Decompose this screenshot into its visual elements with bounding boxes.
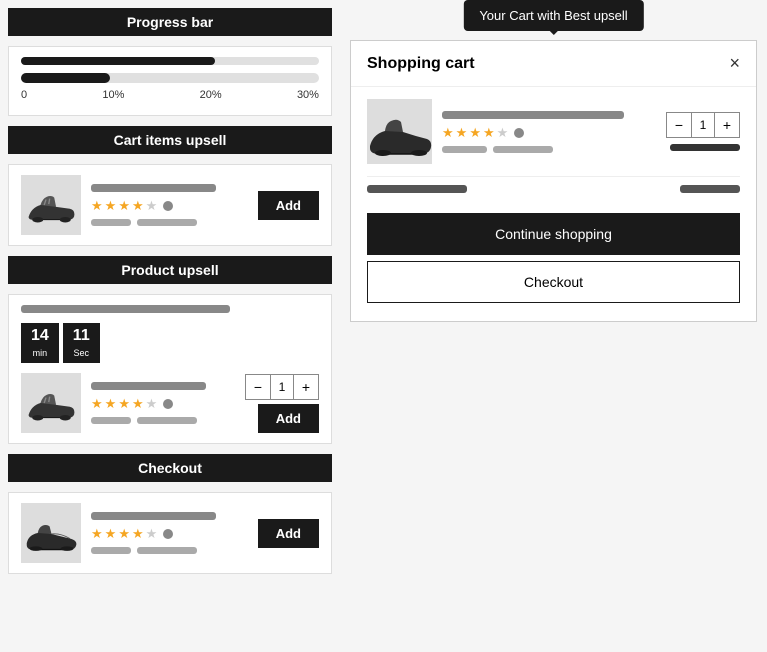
cart-upsell-product-info: ★ ★ ★ ★ ★ xyxy=(91,184,248,226)
cart-close-button[interactable]: × xyxy=(729,53,740,74)
product-upsell-image xyxy=(21,373,81,433)
star-3: ★ xyxy=(118,198,130,214)
progress-bar-header: Progress bar xyxy=(8,8,332,36)
cart-total-row xyxy=(367,176,740,201)
checkout-section: Checkout ★ xyxy=(8,454,332,574)
product-upsell-row: ★ ★ ★ ★ ★ − 1 + xyxy=(21,373,319,433)
cart-header: Shopping cart × xyxy=(351,41,756,87)
cart-upsell-add-button[interactable]: Add xyxy=(258,191,319,220)
cart-item-controls: − 1 + xyxy=(666,112,740,151)
right-panel: Your Cart with Best upsell Shopping cart… xyxy=(340,0,767,652)
cart-total-label-bar xyxy=(367,185,467,193)
product-upsell-section: Product upsell 14 min 11 Sec xyxy=(8,256,332,444)
checkout-product-image xyxy=(21,503,81,563)
timer-sec-value: 11 xyxy=(73,327,90,345)
progress-bar-outer xyxy=(21,73,319,83)
cart-item-image xyxy=(367,99,432,164)
progress-label-0: 0 xyxy=(21,89,27,101)
progress-label-30: 30% xyxy=(297,89,319,101)
checkout-header: Checkout xyxy=(8,454,332,482)
cart-upsell-product-image xyxy=(21,175,81,235)
cart-upsell-stars: ★ ★ ★ ★ ★ xyxy=(91,198,248,214)
product-upsell-price-row xyxy=(91,417,235,424)
checkout-add-button[interactable]: Add xyxy=(258,519,319,548)
checkout-button[interactable]: Checkout xyxy=(367,261,740,303)
cart-item-info: ★ ★ ★ ★ ★ xyxy=(442,111,656,153)
product-upsell-right-controls: − 1 + Add xyxy=(245,374,319,433)
quantity-value: 1 xyxy=(270,375,294,399)
cart-qty-decrease-button[interactable]: − xyxy=(667,113,691,137)
cart-tooltip: Your Cart with Best upsell xyxy=(463,0,643,31)
product-upsell-header: Product upsell xyxy=(8,256,332,284)
timer-min-label: min xyxy=(33,348,48,358)
quantity-increase-button[interactable]: + xyxy=(294,375,318,399)
cart-upsell-title-bar xyxy=(91,184,216,192)
timer-min-value: 14 xyxy=(31,327,49,345)
progress-label-20: 20% xyxy=(200,89,222,101)
quantity-controls: − 1 + xyxy=(245,374,319,400)
quantity-decrease-button[interactable]: − xyxy=(246,375,270,399)
cart-total-amount-bar xyxy=(680,185,740,193)
product-upsell-info: ★ ★ ★ ★ ★ xyxy=(91,382,235,424)
continue-shopping-button[interactable]: Continue shopping xyxy=(367,213,740,255)
cart-qty-increase-button[interactable]: + xyxy=(715,113,739,137)
timer-sec-label: Sec xyxy=(74,348,90,358)
checkout-product-info: ★ ★ ★ ★ ★ xyxy=(91,512,248,554)
progress-label-10: 10% xyxy=(102,89,124,101)
checkout-content: ★ ★ ★ ★ ★ Add xyxy=(8,492,332,574)
star-5: ★ xyxy=(146,198,158,214)
cart-modal: Shopping cart × ★ xyxy=(350,40,757,322)
timer-row: 14 min 11 Sec xyxy=(21,323,319,363)
cart-item-total-bar xyxy=(670,144,740,151)
timer-minutes: 14 min xyxy=(21,323,59,363)
cart-upsell-price-row xyxy=(91,219,248,226)
progress-track-top xyxy=(21,57,319,65)
product-upsell-title-bar-item xyxy=(91,382,206,390)
checkout-title-bar xyxy=(91,512,216,520)
product-upsell-add-button[interactable]: Add xyxy=(258,404,319,433)
price-bar-1 xyxy=(91,219,131,226)
product-upsell-title-bar xyxy=(21,305,230,313)
cart-quantity-controls: − 1 + xyxy=(666,112,740,138)
progress-fill-top xyxy=(21,57,215,65)
progress-bar-inner xyxy=(21,73,110,83)
cart-buttons: Continue shopping Checkout xyxy=(367,213,740,309)
cart-qty-value: 1 xyxy=(691,113,715,137)
cart-items-upsell-section: Cart items upsell xyxy=(8,126,332,246)
cart-item-stars: ★ ★ ★ ★ ★ xyxy=(442,125,656,141)
timer-seconds: 11 Sec xyxy=(63,323,100,363)
star-dot xyxy=(163,201,173,211)
cart-body: ★ ★ ★ ★ ★ − 1 + xyxy=(351,87,756,321)
cart-item-title-bar xyxy=(442,111,624,119)
cart-upsell-product-row: ★ ★ ★ ★ ★ Add xyxy=(21,175,319,235)
cart-item-price-row xyxy=(442,146,656,153)
checkout-product-row: ★ ★ ★ ★ ★ Add xyxy=(21,503,319,563)
cart-items-upsell-header: Cart items upsell xyxy=(8,126,332,154)
progress-bar-section: Progress bar 0 10% 20% 30% xyxy=(8,8,332,116)
cart-items-upsell-content: ★ ★ ★ ★ ★ Add xyxy=(8,164,332,246)
left-panel: Progress bar 0 10% 20% 30% Cart items up… xyxy=(0,0,340,652)
progress-bar-content: 0 10% 20% 30% xyxy=(8,46,332,116)
cart-item-row: ★ ★ ★ ★ ★ − 1 + xyxy=(367,99,740,164)
product-upsell-content: 14 min 11 Sec xyxy=(8,294,332,444)
star-2: ★ xyxy=(105,198,117,214)
progress-labels: 0 10% 20% 30% xyxy=(21,89,319,101)
star-1: ★ xyxy=(91,198,103,214)
price-bar-2 xyxy=(137,219,197,226)
checkout-stars: ★ ★ ★ ★ ★ xyxy=(91,526,248,542)
product-upsell-stars: ★ ★ ★ ★ ★ xyxy=(91,396,235,412)
star-4: ★ xyxy=(132,198,144,214)
checkout-price-row xyxy=(91,547,248,554)
cart-title: Shopping cart xyxy=(367,55,475,73)
